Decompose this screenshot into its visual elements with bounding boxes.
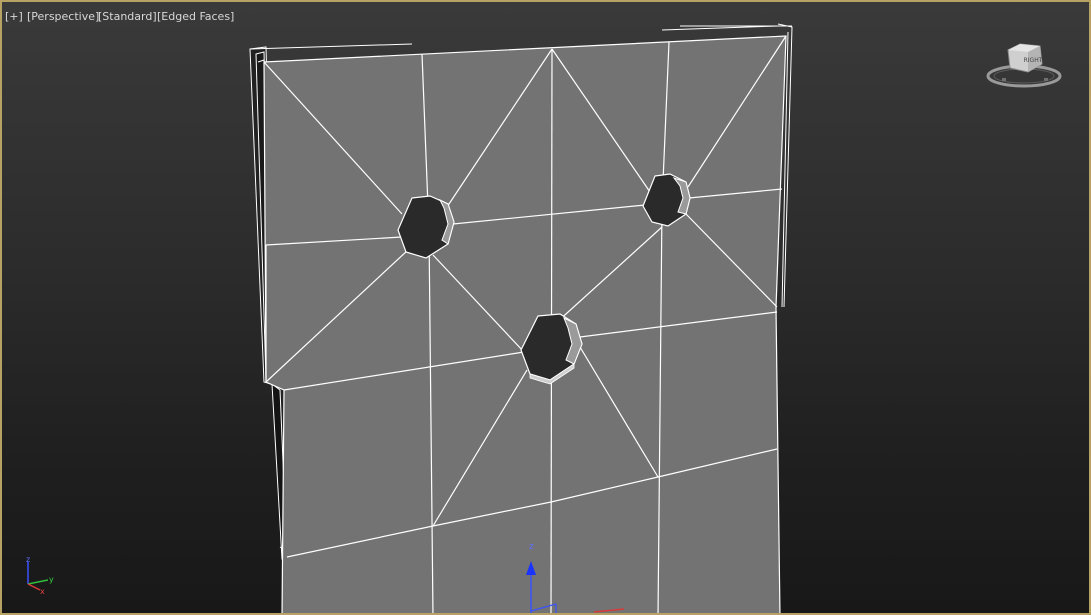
x-axis-line xyxy=(27,583,41,591)
viewport-view-label[interactable]: [Perspective] xyxy=(27,10,99,23)
axis-tripod: z y x xyxy=(26,555,54,596)
gizmo-plane-handle[interactable] xyxy=(530,603,557,612)
perspective-viewport[interactable]: [+] [Perspective] [Standard] [Edged Face… xyxy=(0,0,1091,615)
gizmo-z-arrowhead[interactable] xyxy=(526,561,536,575)
y-axis-line xyxy=(27,579,49,585)
viewport-shading-label[interactable]: [Standard] xyxy=(98,10,157,23)
viewcube-face-label[interactable]: RIGHT xyxy=(1024,57,1043,64)
z-axis-label: z xyxy=(26,555,30,564)
gizmo-z-label: z xyxy=(529,542,534,552)
scene-canvas[interactable] xyxy=(2,2,1091,615)
viewport-display-label[interactable]: [Edged Faces] xyxy=(157,10,234,23)
transform-gizmo[interactable]: z xyxy=(514,537,624,615)
viewport-plus-menu[interactable]: [+] xyxy=(5,10,23,23)
y-axis-label: y xyxy=(49,575,54,584)
gizmo-x-axis[interactable] xyxy=(593,608,624,613)
viewcube[interactable]: RIGHT xyxy=(984,40,1066,92)
panel-front-face[interactable] xyxy=(263,35,787,615)
x-axis-label: x xyxy=(40,587,45,596)
